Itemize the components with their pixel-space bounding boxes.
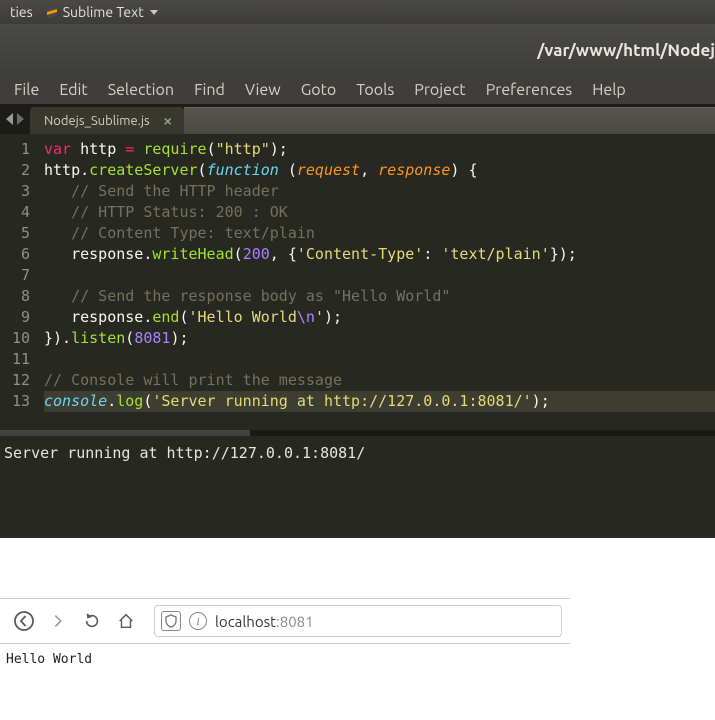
- url-text: localhost:8081: [215, 613, 314, 630]
- window-title-path: /var/www/html/Nodej: [537, 41, 715, 60]
- code-line[interactable]: // Console will print the message: [44, 371, 342, 389]
- tab-next-icon[interactable]: [17, 113, 24, 125]
- menu-bar: FileEditSelectionFindViewGotoToolsProjec…: [0, 76, 715, 104]
- file-tab[interactable]: Nodejs_Sublime.js ×: [30, 107, 184, 134]
- browser-forward-button[interactable]: [42, 605, 74, 637]
- browser-back-button[interactable]: [8, 605, 40, 637]
- whitespace-gap: [0, 538, 715, 598]
- line-number: 6: [0, 244, 30, 265]
- console-text: Server running at http://127.0.0.1:8081/: [4, 444, 365, 462]
- line-number: 12: [0, 370, 30, 391]
- tracking-shield-icon[interactable]: [161, 611, 181, 631]
- code-line[interactable]: }).listen(8081);: [44, 329, 189, 347]
- menu-tools[interactable]: Tools: [346, 78, 404, 102]
- close-icon[interactable]: ×: [164, 113, 172, 129]
- line-number-gutter: 12345678910111213: [0, 134, 40, 430]
- code-line[interactable]: // Send the response body as "Hello Worl…: [44, 287, 450, 305]
- browser-toolbar: i localhost:8081: [0, 598, 570, 644]
- page-body-text: Hello World: [6, 652, 92, 667]
- line-number: 5: [0, 223, 30, 244]
- topbar-cut-label: ties: [10, 4, 33, 20]
- desktop-top-bar: ties Sublime Text: [0, 0, 715, 24]
- menu-find[interactable]: Find: [184, 78, 235, 102]
- sublime-text-icon: [45, 5, 59, 19]
- menu-file[interactable]: File: [4, 78, 49, 102]
- browser-reload-button[interactable]: [76, 605, 108, 637]
- line-number: 13: [0, 391, 30, 412]
- code-line[interactable]: // Send the HTTP header: [44, 182, 279, 200]
- chevron-down-icon: [150, 10, 158, 15]
- tab-prev-icon[interactable]: [6, 113, 13, 125]
- menu-view[interactable]: View: [235, 78, 291, 102]
- topbar-app-label: Sublime Text: [63, 4, 144, 20]
- menu-project[interactable]: Project: [404, 78, 475, 102]
- line-number: 8: [0, 286, 30, 307]
- code-editor[interactable]: 12345678910111213 var http = require("ht…: [0, 134, 715, 430]
- code-line[interactable]: // HTTP Status: 200 : OK: [44, 203, 288, 221]
- browser-viewport: Hello World: [0, 644, 715, 675]
- line-number: 1: [0, 139, 30, 160]
- menu-goto[interactable]: Goto: [291, 78, 347, 102]
- line-number: 11: [0, 349, 30, 370]
- line-number: 3: [0, 181, 30, 202]
- topbar-item-app[interactable]: Sublime Text: [39, 4, 164, 20]
- code-line[interactable]: // Content Type: text/plain: [44, 224, 315, 242]
- tab-nav-arrows: [0, 104, 30, 134]
- address-bar[interactable]: i localhost:8081: [154, 605, 562, 637]
- build-output-panel[interactable]: Server running at http://127.0.0.1:8081/: [0, 436, 715, 538]
- line-number: 10: [0, 328, 30, 349]
- code-line[interactable]: http.createServer(function (request, res…: [44, 161, 478, 179]
- tab-strip-empty: [184, 107, 715, 134]
- window-title-bar: /var/www/html/Nodej: [0, 24, 715, 76]
- line-number: 7: [0, 265, 30, 286]
- code-area[interactable]: var http = require("http"); http.createS…: [40, 134, 715, 430]
- menu-selection[interactable]: Selection: [98, 78, 184, 102]
- browser-home-button[interactable]: [110, 605, 142, 637]
- site-info-icon[interactable]: i: [189, 612, 207, 630]
- menu-edit[interactable]: Edit: [49, 78, 97, 102]
- code-line[interactable]: response.writeHead(200, {'Content-Type':…: [44, 245, 577, 263]
- code-line[interactable]: response.end('Hello World\n');: [44, 308, 342, 326]
- line-number: 9: [0, 307, 30, 328]
- menu-help[interactable]: Help: [582, 78, 636, 102]
- topbar-item-activities[interactable]: ties: [4, 4, 39, 20]
- tab-strip: Nodejs_Sublime.js ×: [0, 104, 715, 134]
- file-tab-label: Nodejs_Sublime.js: [44, 114, 150, 128]
- menu-preferences[interactable]: Preferences: [476, 78, 583, 102]
- line-number: 2: [0, 160, 30, 181]
- code-line[interactable]: console.log('Server running at http://12…: [44, 391, 715, 412]
- code-line[interactable]: var http = require("http");: [44, 140, 288, 158]
- line-number: 4: [0, 202, 30, 223]
